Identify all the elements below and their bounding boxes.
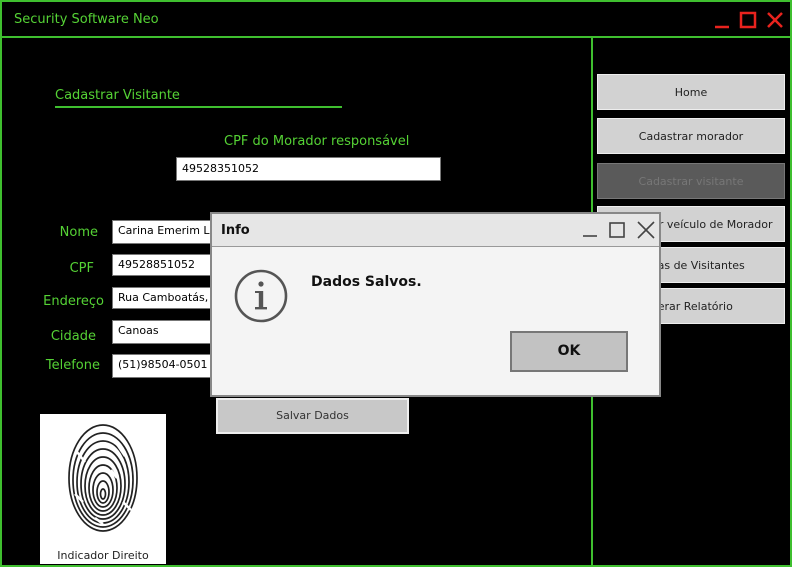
save-button[interactable]: Salvar Dados xyxy=(216,398,409,434)
dialog-close-icon[interactable] xyxy=(637,221,655,239)
endereco-input[interactable]: Rua Camboatás, 5 xyxy=(112,287,222,309)
fingerprint-card[interactable]: Indicador Direito xyxy=(40,414,166,564)
cpf-input[interactable]: 49528851052 xyxy=(112,254,222,276)
fingerprint-label: Indicador Direito xyxy=(57,549,149,562)
info-dialog: Info Dados Salvos. OK xyxy=(210,212,661,397)
minimize-icon[interactable] xyxy=(713,11,731,29)
section-title: Cadastrar Visitante xyxy=(55,88,180,103)
endereco-label: Endereço xyxy=(43,294,104,309)
close-icon[interactable] xyxy=(766,11,784,29)
dialog-maximize-icon[interactable] xyxy=(609,222,625,238)
cidade-label: Cidade xyxy=(50,329,96,344)
nome-label: Nome xyxy=(59,225,98,240)
dialog-title: Info xyxy=(221,223,250,238)
nome-input[interactable]: Carina Emerim Le xyxy=(112,220,222,244)
ok-button[interactable]: OK xyxy=(510,331,628,372)
cpf-responsavel-input[interactable]: 49528351052 xyxy=(176,157,441,181)
nav-cadastrar-visitante-button[interactable]: Cadastrar visitante xyxy=(597,163,785,199)
fingerprint-icon xyxy=(68,424,138,532)
section-underline xyxy=(55,106,342,108)
maximize-icon[interactable] xyxy=(739,11,757,29)
nav-cadastrar-morador-button[interactable]: Cadastrar morador xyxy=(597,118,785,154)
cpf-responsavel-label: CPF do Morador responsável xyxy=(224,134,410,149)
telefone-label: Telefone xyxy=(45,358,100,373)
dialog-message: Dados Salvos. xyxy=(311,274,422,290)
title-bar: Security Software Neo xyxy=(2,2,790,38)
info-icon xyxy=(234,269,288,323)
dialog-title-bar: Info xyxy=(212,214,659,247)
telefone-input[interactable]: (51)98504-0501 xyxy=(112,354,222,378)
dialog-minimize-icon[interactable] xyxy=(582,222,598,238)
cpf-label: CPF xyxy=(69,261,94,276)
cidade-input[interactable]: Canoas xyxy=(112,320,222,344)
app-title: Security Software Neo xyxy=(14,12,159,27)
nav-home-button[interactable]: Home xyxy=(597,74,785,110)
